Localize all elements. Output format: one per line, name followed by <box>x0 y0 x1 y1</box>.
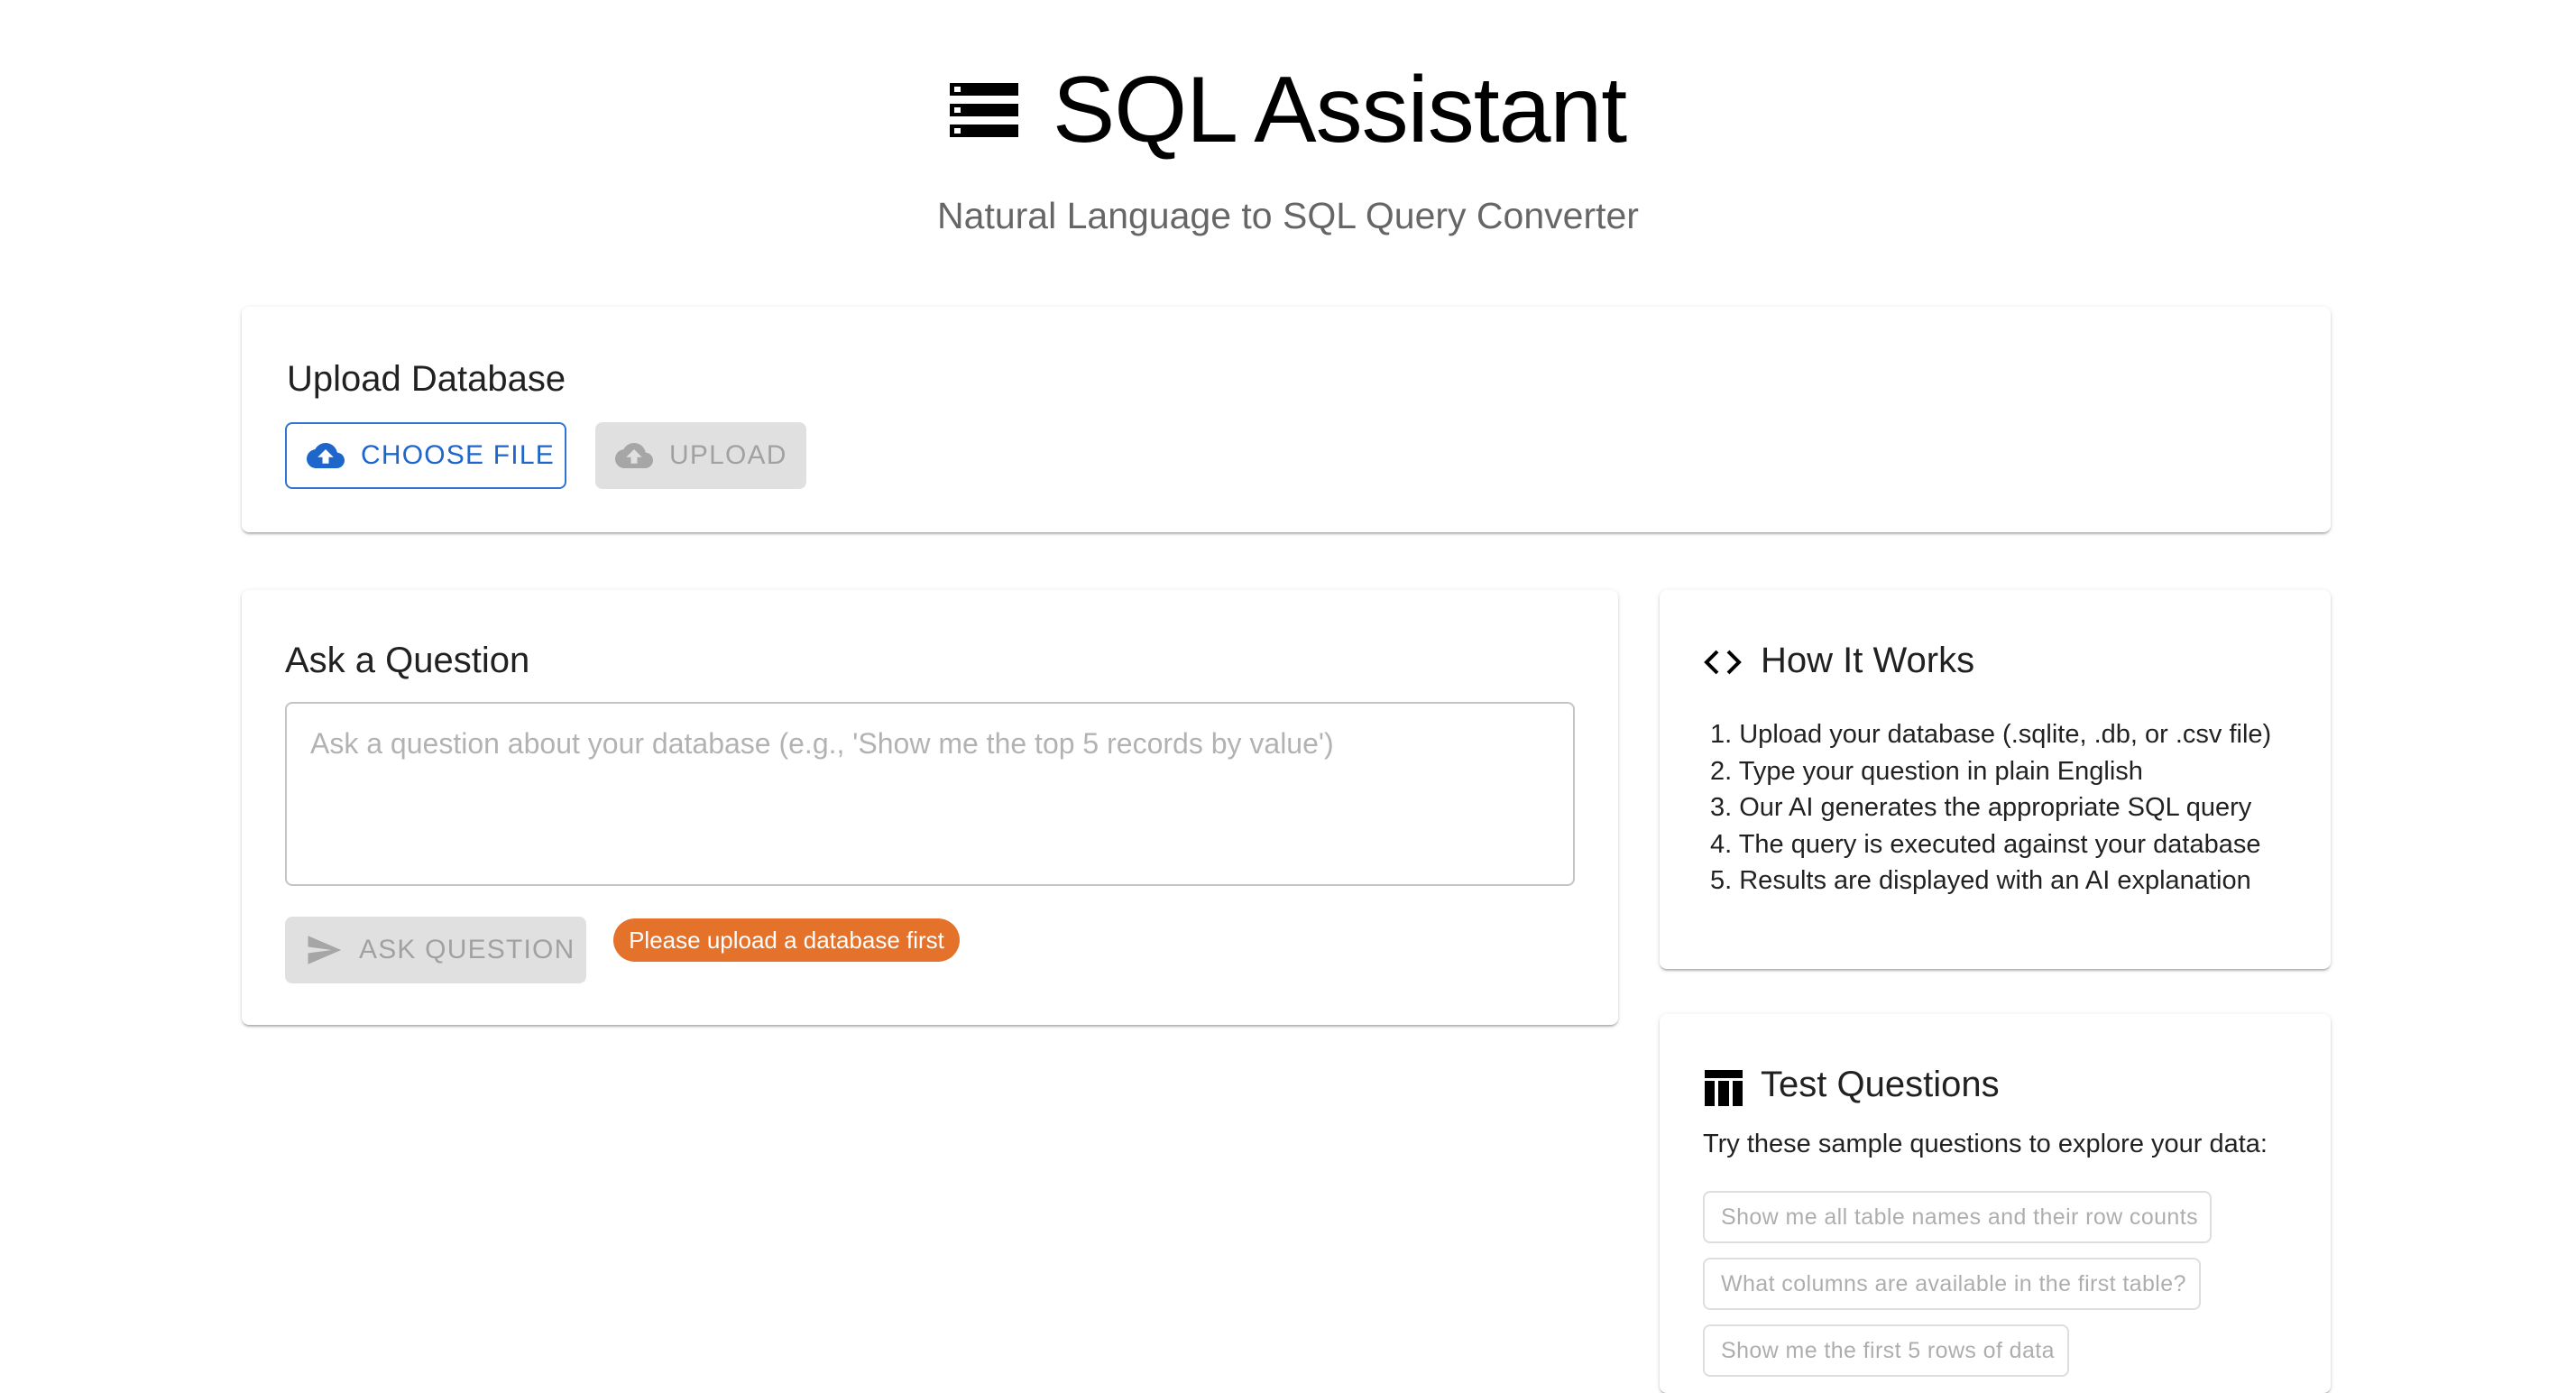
how-it-works-steps: 1. Upload your database (.sqlite, .db, o… <box>1710 716 2271 899</box>
step-item: 1. Upload your database (.sqlite, .db, o… <box>1710 720 2272 749</box>
question-input[interactable] <box>310 727 1550 866</box>
ask-question-title: Ask a Question <box>285 641 530 680</box>
test-questions-intro: Try these sample questions to explore yo… <box>1703 1130 2268 1158</box>
test-questions-card: Test Questions Try these sample question… <box>1660 1014 2331 1393</box>
storage-icon <box>949 81 1018 139</box>
upload-card-title: Upload Database <box>287 359 566 399</box>
ask-question-button[interactable]: ASK QUESTION <box>285 917 586 983</box>
test-questions-title: Test Questions <box>1761 1065 2000 1104</box>
table-icon <box>1705 1070 1743 1106</box>
sample-question-button[interactable]: Show me all table names and their row co… <box>1703 1191 2212 1243</box>
sample-question-button[interactable]: Show me the first 5 rows of data <box>1703 1324 2069 1377</box>
app-header: SQL Assistant <box>0 47 2576 173</box>
page-title: SQL Assistant <box>1052 57 1627 162</box>
how-it-works-title: How It Works <box>1761 641 1975 680</box>
upload-required-badge: Please upload a database first <box>613 918 960 962</box>
step-item: 5. Results are displayed with an AI expl… <box>1710 866 2251 895</box>
how-it-works-card: How It Works 1. Upload your database (.s… <box>1660 590 2331 969</box>
cloud-upload-icon <box>307 437 345 475</box>
ask-question-card: Ask a Question ASK QUESTION Please uploa… <box>242 590 1618 1025</box>
step-item: 4. The query is executed against your da… <box>1710 829 2261 859</box>
question-input-box <box>285 702 1575 886</box>
cloud-upload-icon <box>615 437 653 475</box>
choose-file-label: CHOOSE FILE <box>361 440 555 470</box>
code-icon <box>1703 646 1743 678</box>
ask-question-label: ASK QUESTION <box>359 935 575 964</box>
send-icon <box>305 931 343 969</box>
upload-button[interactable]: UPLOAD <box>595 422 806 489</box>
choose-file-button[interactable]: CHOOSE FILE <box>285 422 566 489</box>
upload-label: UPLOAD <box>669 440 787 470</box>
upload-card: Upload Database CHOOSE FILE UPLOAD <box>242 307 2331 532</box>
step-item: 2. Type your question in plain English <box>1710 756 2143 786</box>
page-subtitle: Natural Language to SQL Query Converter <box>937 195 1639 236</box>
step-item: 3. Our AI generates the appropriate SQL … <box>1710 793 2252 822</box>
sample-question-button[interactable]: What columns are available in the first … <box>1703 1258 2201 1310</box>
